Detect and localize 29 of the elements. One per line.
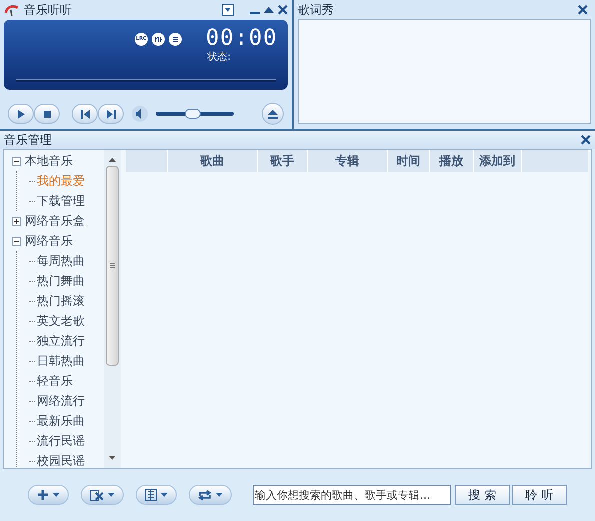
column-header[interactable]: 播放 (430, 150, 474, 172)
column-header[interactable]: 歌手 (258, 150, 308, 172)
tree-item[interactable]: 英文老歌 (37, 312, 85, 330)
tree-item[interactable]: 网络流行 (37, 392, 85, 410)
tree-item[interactable]: 日韩热曲 (37, 352, 85, 370)
tree-item[interactable]: 下载管理 (37, 192, 85, 210)
window-title: 音乐听听 (24, 2, 73, 19)
tree-item[interactable]: 热门摇滚 (37, 292, 85, 310)
action-button[interactable]: 聆 听 (512, 485, 567, 505)
column-header[interactable]: 歌曲 (168, 150, 258, 172)
tree-item[interactable]: 流行民谣 (37, 432, 85, 450)
tree-item[interactable]: 每周热曲 (37, 252, 85, 270)
status-label: 状态: (208, 50, 231, 65)
column-header[interactable]: 时间 (388, 150, 430, 172)
panel-title: 歌词秀 (298, 2, 334, 19)
action-button[interactable]: 搜 索 (455, 485, 510, 505)
tree-item[interactable]: 网络音乐盒 (25, 212, 85, 230)
tree-item[interactable]: 热门舞曲 (37, 272, 85, 290)
search-field[interactable]: 输入你想搜索的歌曲、歌手或专辑... (253, 485, 451, 505)
panel-title: 音乐管理 (4, 132, 52, 149)
time-display: 00:00 (206, 28, 276, 50)
tree-item[interactable]: 本地音乐 (25, 152, 73, 170)
tree-item[interactable]: 轻音乐 (37, 372, 73, 390)
tree-item[interactable]: 独立流行 (37, 332, 85, 350)
tree-item[interactable]: 最新乐曲 (37, 412, 85, 430)
column-header[interactable]: 专辑 (308, 150, 388, 172)
tree-item[interactable]: 校园民谣 (37, 452, 85, 468)
column-header[interactable]: 添加到 (474, 150, 522, 172)
tree-item[interactable]: 网络音乐 (25, 232, 73, 250)
